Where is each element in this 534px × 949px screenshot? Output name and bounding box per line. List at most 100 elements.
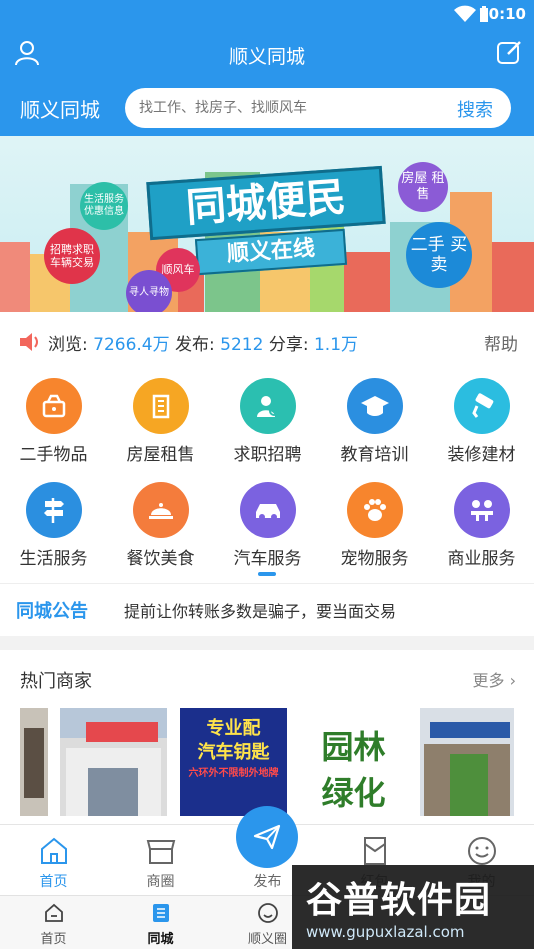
banner-tag: 房屋 租售: [398, 162, 448, 212]
merchant-ad-line: 园林: [321, 728, 386, 766]
more-label: 更多: [472, 671, 505, 690]
category-life-service[interactable]: 生活服务: [0, 482, 107, 582]
category-label: 餐饮美食: [126, 549, 195, 569]
merchant-card[interactable]: 园林 绿化: [300, 708, 407, 816]
merchant-photo: [88, 768, 138, 816]
category-used-goods[interactable]: 二手物品: [0, 378, 107, 478]
tab-label: 商圈: [146, 874, 175, 890]
announcement-tag: 同城公告: [16, 601, 88, 622]
banner-tag: 生活服务 优惠信息: [80, 182, 128, 230]
section-title: 热门商家: [20, 671, 92, 692]
category-food[interactable]: 餐饮美食: [107, 482, 214, 582]
home-icon: [41, 837, 67, 864]
banner-tag: 招聘求职 车辆交易: [44, 228, 100, 284]
shares-value: 1.1万: [313, 335, 359, 355]
promo-banner[interactable]: 同城便民 顺义在线 生活服务 优惠信息 招聘求职 车辆交易 顺风车 寻人寻物 房…: [0, 136, 534, 312]
merchant-ad-line: 绿化: [321, 774, 386, 812]
page-title: 顺义同城: [228, 46, 305, 68]
wifi-icon: [454, 5, 476, 22]
chevron-right-icon: ›: [509, 671, 516, 690]
stats-bar: 浏览: 7266.4万 发布: 5212 分享: 1.1万 帮助: [0, 322, 534, 362]
announcement-message: 提前让你转账多数是骗子，要当面交易: [124, 602, 397, 621]
edit-icon[interactable]: [496, 40, 522, 66]
category-label: 商业服务: [447, 549, 516, 569]
list-icon: [153, 904, 169, 922]
nav-label: 首页: [40, 932, 67, 947]
category-education[interactable]: 教育培训: [321, 378, 428, 478]
category-business[interactable]: 商业服务: [428, 482, 534, 582]
app-screen: 10:10 顺义同城 顺义同城 搜索 同城便民 顺义在线 生活服务 优惠信息 招…: [0, 0, 534, 949]
stats-text: 浏览: 7266.4万 发布: 5212 分享: 1.1万: [48, 330, 358, 355]
merchant-ad-line: 专业配: [206, 718, 261, 739]
smile-icon: [468, 837, 496, 865]
banner-title: 同城便民: [146, 165, 386, 241]
category-label: 房屋租售: [126, 445, 195, 465]
speaker-icon: [20, 333, 38, 351]
category-label: 汽车服务: [233, 549, 302, 569]
category-jobs[interactable]: 求职招聘: [214, 378, 321, 478]
nav-home[interactable]: 首页: [0, 896, 107, 949]
banner-building: [492, 242, 534, 312]
clock: 10:10: [478, 5, 526, 23]
paint-roller-icon: [454, 378, 510, 434]
hot-merchants-header: 热门商家 更多 ›: [0, 664, 534, 694]
merchant-photo: [450, 754, 488, 816]
category-label: 二手物品: [19, 445, 88, 465]
section-gap: [0, 636, 534, 650]
category-car-service[interactable]: 汽车服务: [214, 482, 321, 582]
category-label: 教育培训: [340, 445, 409, 465]
views-label: 浏览:: [48, 335, 88, 355]
job-search-icon: [240, 378, 296, 434]
page-indicator: [258, 572, 276, 576]
merchant-sign: [86, 722, 158, 742]
status-bar: 10:10: [0, 0, 534, 28]
more-link[interactable]: 更多 ›: [472, 667, 516, 691]
paper-plane-icon: [253, 824, 281, 850]
signpost-icon: [26, 482, 82, 538]
watermark-title: 谷普软件园: [306, 880, 492, 921]
business-meeting-icon: [454, 482, 510, 538]
merchant-card[interactable]: 专业配 汽车钥匙 六环外不限制外地牌: [180, 708, 287, 816]
search-bar: 搜索: [125, 88, 511, 128]
building-icon: [133, 378, 189, 434]
search-input[interactable]: [139, 96, 439, 120]
watermark: 谷普软件园 www.gupuxlazal.com: [292, 865, 534, 949]
category-label: 宠物服务: [340, 549, 409, 569]
category-label: 求职招聘: [233, 445, 302, 465]
banner-building: [344, 252, 390, 312]
merchant-card[interactable]: [20, 708, 48, 816]
category-housing[interactable]: 房屋租售: [107, 378, 214, 478]
merchant-ad-line: 汽车钥匙: [197, 742, 270, 763]
home-icon: [45, 903, 63, 922]
graduation-cap-icon: [347, 378, 403, 434]
nav-label: 同城: [147, 932, 174, 947]
watermark-url: www.gupuxlazal.com: [306, 923, 465, 941]
car-icon: [240, 482, 296, 538]
category-label: 装修建材: [447, 445, 516, 465]
red-envelope-icon: [364, 837, 386, 865]
banner-tag: 二手 买卖: [406, 222, 472, 288]
banner-tag: 寻人寻物: [126, 270, 172, 312]
category-pet-service[interactable]: 宠物服务: [321, 482, 428, 582]
tab-shops[interactable]: 商圈: [107, 825, 214, 895]
merchant-card[interactable]: [420, 708, 514, 816]
city-name[interactable]: 顺义同城: [20, 94, 100, 123]
announcement-bar[interactable]: 同城公告 提前让你转账多数是骗子，要当面交易: [0, 584, 534, 634]
nav-city[interactable]: 同城: [107, 896, 214, 949]
merchant-photo: [24, 728, 44, 798]
category-renovation[interactable]: 装修建材: [428, 378, 534, 478]
shop-icon: [146, 840, 176, 864]
smile-icon: [258, 903, 278, 923]
basket-icon: [26, 378, 82, 434]
banner-building: [0, 242, 30, 312]
merchant-sign: [430, 722, 510, 738]
help-link[interactable]: 帮助: [484, 330, 518, 355]
publish-button[interactable]: [236, 806, 298, 868]
app-header: 顺义同城 顺义同城 搜索: [0, 28, 534, 136]
search-button[interactable]: 搜索: [457, 96, 493, 122]
posts-value: 5212: [220, 335, 264, 355]
merchant-card[interactable]: [60, 708, 167, 816]
views-value: 7266.4万: [93, 335, 170, 355]
paw-icon: [347, 482, 403, 538]
tab-home[interactable]: 首页: [0, 825, 107, 895]
